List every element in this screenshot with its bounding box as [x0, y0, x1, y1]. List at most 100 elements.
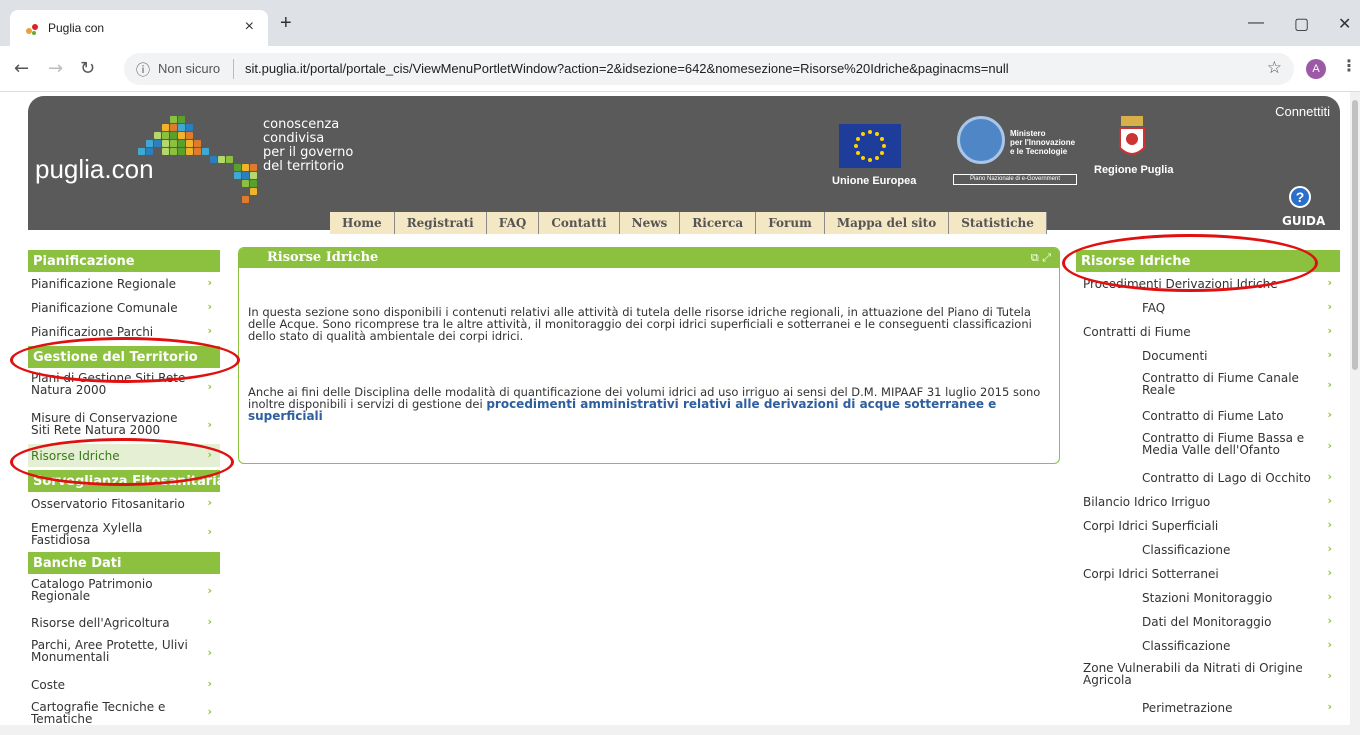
right-menu-item[interactable]: Contratti di Fiume ›	[1076, 320, 1340, 344]
vertical-scrollbar[interactable]	[1350, 92, 1360, 735]
left-menu-item[interactable]: Pianificazione Comunale ›	[28, 296, 220, 320]
right-menu-item[interactable]: Contratto di Fiume Canale Reale ›	[1076, 368, 1340, 404]
right-menu-item[interactable]: Perimetrazione ›	[1076, 696, 1340, 720]
left-menu-item-label: Risorse dell'Agricoltura	[31, 616, 170, 630]
help-icon[interactable]: ?	[1289, 186, 1311, 208]
right-menu-item[interactable]: Contratto di Lago di Occhito ›	[1076, 466, 1340, 490]
window-controls-icon[interactable]: ⧉ ⤢	[1031, 251, 1051, 265]
left-section-header: Banche Dati	[28, 552, 220, 574]
maximize-button[interactable]: ▢	[1294, 14, 1309, 34]
nav-news[interactable]: News	[619, 212, 681, 234]
info-icon[interactable]: ⓘ	[136, 60, 150, 80]
browser-tab[interactable]: Puglia con ×	[10, 10, 268, 46]
right-menu-item[interactable]: Stazioni Monitoraggio ›	[1076, 586, 1340, 610]
right-menu-item-label: Corpi Idrici Sotterranei	[1083, 567, 1219, 581]
left-menu-item[interactable]: Misure di Conservazione Siti Rete Natura…	[28, 408, 220, 444]
right-menu-item[interactable]: Documenti ›	[1076, 344, 1340, 368]
chevron-right-icon: ›	[1327, 613, 1332, 627]
bookmark-star-icon[interactable]: ☆	[1267, 58, 1282, 78]
left-menu-item-label: Pianificazione Regionale	[31, 277, 177, 291]
minimize-button[interactable]: —	[1248, 14, 1264, 32]
right-menu-item[interactable]: Contratto di Fiume Lato ›	[1076, 404, 1340, 428]
logo-dot	[178, 140, 185, 147]
logo-dot	[162, 148, 169, 155]
logo-dot	[186, 140, 193, 147]
nav-statistiche[interactable]: Statistiche	[949, 212, 1047, 234]
site-logo[interactable]: puglia.con	[35, 154, 154, 185]
left-menu-item[interactable]: Coste ›	[28, 673, 220, 697]
profile-avatar[interactable]: A	[1306, 59, 1326, 79]
horizontal-scrollbar[interactable]	[0, 725, 1350, 735]
right-menu-item[interactable]: Classificazione ›	[1076, 634, 1340, 658]
chevron-right-icon: ›	[207, 584, 212, 597]
new-tab-button[interactable]: +	[280, 13, 292, 33]
eu-star	[882, 144, 886, 148]
right-menu-item[interactable]: Bilancio Idrico Irriguo ›	[1076, 490, 1340, 514]
right-menu-item-label: Contratti di Fiume	[1083, 325, 1191, 339]
right-menu-item-label: FAQ	[1142, 301, 1166, 315]
right-menu-item[interactable]: Zone Vulnerabili da Nitrati di Origine A…	[1076, 658, 1340, 696]
chevron-right-icon: ›	[1327, 469, 1332, 483]
right-menu-item-label: Contratto di Fiume Canale Reale	[1142, 371, 1299, 397]
nav-faq[interactable]: FAQ	[486, 212, 540, 234]
right-menu-item[interactable]: FAQ ›	[1076, 296, 1340, 320]
nav-mappa-del-sito[interactable]: Mappa del sito	[824, 212, 950, 234]
close-window-button[interactable]: ✕	[1338, 14, 1351, 34]
logo-dot	[178, 148, 185, 155]
left-menu-item-label: Cartografie Tecniche e Tematiche	[31, 700, 166, 726]
content-paragraph-2: Anche ai fini delle Disciplina delle mod…	[248, 386, 1058, 422]
logo-dot	[250, 180, 257, 187]
left-menu-item[interactable]: Risorse dell'Agricoltura ›	[28, 611, 220, 635]
regione-puglia-crest-icon	[1119, 116, 1145, 155]
logo-dot	[234, 172, 241, 179]
back-arrow-icon[interactable]: ←	[14, 58, 29, 79]
left-menu-item[interactable]: Emergenza Xylella Fastidiosa ›	[28, 516, 220, 550]
nav-contatti[interactable]: Contatti	[539, 212, 620, 234]
right-menu-item[interactable]: Procedimenti Derivazioni Idriche ›	[1076, 272, 1340, 296]
nav-ricerca[interactable]: Ricerca	[680, 212, 757, 234]
guide-link[interactable]: GUIDA	[1282, 214, 1325, 228]
logo-dot	[186, 148, 193, 155]
right-menu-item[interactable]: Classificazione ›	[1076, 538, 1340, 562]
reload-icon[interactable]: ↻	[80, 58, 95, 79]
left-menu-item[interactable]: Pianificazione Parchi ›	[28, 320, 220, 344]
scrollbar-thumb[interactable]	[1352, 100, 1358, 370]
connect-link[interactable]: Connettiti	[1275, 104, 1330, 119]
nav-registrati[interactable]: Registrati	[394, 212, 487, 234]
top-navigation: Home Registrati FAQ Contatti News Ricerca Foru…	[330, 212, 1047, 234]
chevron-right-icon: ›	[1327, 589, 1332, 603]
left-menu-item[interactable]: Pianificazione Regionale ›	[28, 272, 220, 296]
left-menu-item[interactable]: Catalogo Patrimonio Regionale ›	[28, 574, 220, 611]
nav-forum[interactable]: Forum	[756, 212, 825, 234]
right-menu-item[interactable]: Dati del Monitoraggio ›	[1076, 610, 1340, 634]
tab-close-icon[interactable]: ×	[245, 18, 254, 36]
logo-dot	[194, 148, 201, 155]
eu-flag-icon	[839, 124, 901, 168]
right-menu-item-label: Procedimenti Derivazioni Idriche	[1083, 277, 1278, 291]
content-title: Risorse Idriche	[239, 248, 1059, 268]
content-panel: Risorse Idriche ⧉ ⤢ In questa sezione so…	[238, 247, 1060, 464]
right-menu-item[interactable]: Contratto di Fiume Bassa e Media Valle d…	[1076, 428, 1340, 466]
logo-dot	[154, 132, 161, 139]
chevron-right-icon: ›	[1327, 377, 1332, 391]
url-text[interactable]: sit.puglia.it/portal/portale_cis/ViewMen…	[245, 61, 1009, 76]
right-menu-item[interactable]: Corpi Idrici Superficiali ›	[1076, 514, 1340, 538]
address-bar[interactable]: ⓘ Non sicuro sit.puglia.it/portal/portal…	[124, 53, 1294, 85]
chevron-right-icon: ›	[1327, 299, 1332, 313]
chevron-right-icon: ›	[207, 704, 212, 718]
logo-dot	[186, 124, 193, 131]
nav-home[interactable]: Home	[330, 212, 395, 234]
left-section-header: Gestione del Territorio	[28, 346, 220, 368]
browser-menu-icon[interactable]: ⋮	[1341, 56, 1357, 75]
left-menu-item[interactable]: Risorse Idriche ›	[28, 444, 220, 468]
right-menu-item[interactable]: Corpi Idrici Sotterranei ›	[1076, 562, 1340, 586]
forward-arrow-icon[interactable]: →	[48, 58, 63, 79]
logo-dot	[170, 116, 177, 123]
right-menu-item-label: Stazioni Monitoraggio	[1142, 591, 1273, 605]
logo-dot	[186, 132, 193, 139]
left-menu-item[interactable]: Parchi, Aree Protette, Ulivi Monumentali…	[28, 635, 220, 673]
not-secure-label: Non sicuro	[158, 61, 221, 76]
left-menu-item[interactable]: Osservatorio Fitosanitario ›	[28, 492, 220, 516]
logo-dot	[234, 164, 241, 171]
left-menu-item[interactable]: Piani di Gestione Siti Rete Natura 2000 ›	[28, 368, 220, 408]
